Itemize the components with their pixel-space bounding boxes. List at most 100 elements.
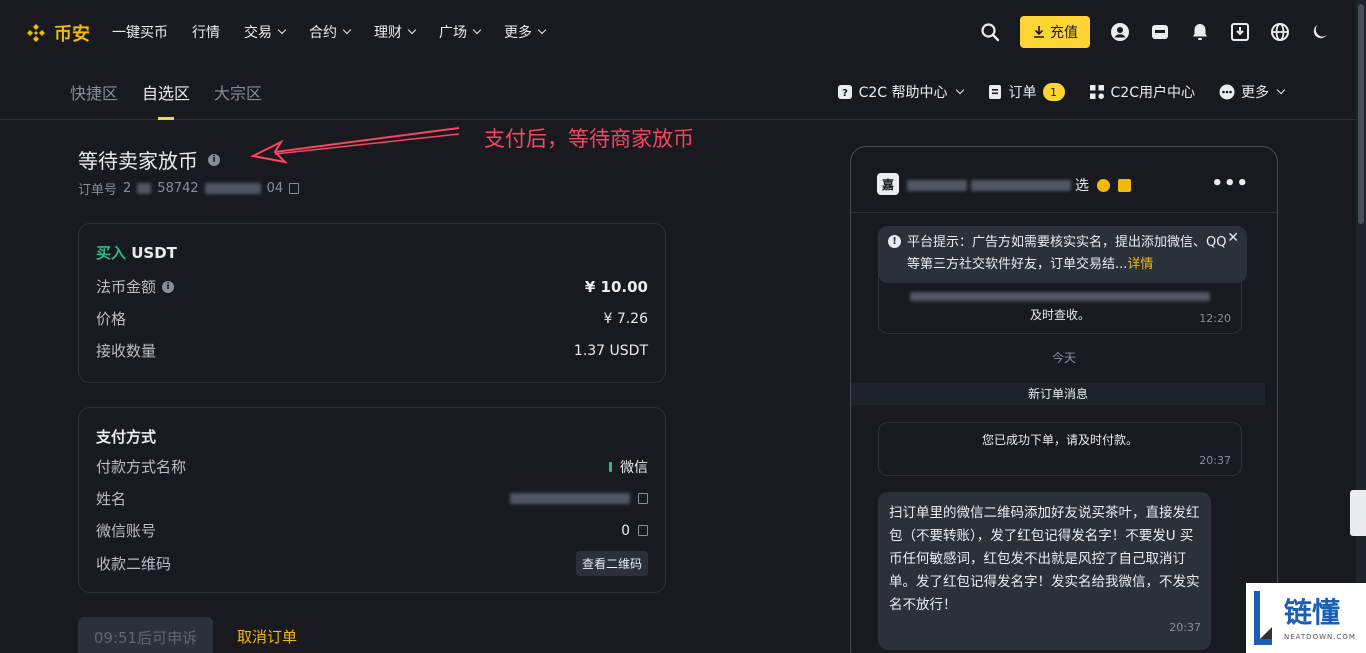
price-value: ¥ 7.26 xyxy=(603,310,648,327)
nav-item-trade[interactable]: 交易 xyxy=(244,22,287,42)
chevron-down-icon xyxy=(407,25,417,35)
merchant-avatar[interactable]: 嘉 xyxy=(877,173,899,195)
user-center-icon xyxy=(1089,85,1104,99)
close-icon[interactable]: ✕ xyxy=(1227,230,1239,246)
help-center-menu[interactable]: ? C2C 帮助中心 xyxy=(837,82,964,102)
redacted-text xyxy=(910,292,1210,301)
tip-detail-link[interactable]: 详情 xyxy=(1127,257,1153,272)
copy-icon[interactable] xyxy=(638,493,648,504)
binance-logo[interactable]: 币安 xyxy=(24,20,90,46)
chat-panel: 嘉 选 ••• ! 平台提示：广告方如需要核实实名，提出添加微信、QQ等第三方社… xyxy=(850,146,1278,653)
nav-item-quick-buy[interactable]: 一键买币 xyxy=(112,22,168,42)
receive-qty-value: 1.37 USDT xyxy=(573,342,648,359)
order-number: 订单号 2 58742 04 xyxy=(78,179,300,198)
wechat-indicator xyxy=(609,461,612,472)
binance-logo-icon xyxy=(27,24,45,42)
help-icon: ? xyxy=(837,85,852,99)
more-menu[interactable]: 更多 xyxy=(1219,82,1286,102)
user-center-link[interactable]: C2C用户中心 xyxy=(1089,82,1195,102)
c2c-subnav-right: ? C2C 帮助中心 订单 1 C2C用户中心 更多 xyxy=(837,64,1286,120)
payment-method-card: 支付方式 付款方式名称 微信 姓名 微信账号 0 收款二维码 查看二维码 xyxy=(78,407,666,593)
chevron-down-icon xyxy=(1276,85,1286,95)
download-arrow-icon xyxy=(1034,26,1044,38)
wechat-account-row: 微信账号 0 xyxy=(96,520,648,541)
tab-p2p[interactable]: 自选区 xyxy=(142,64,190,120)
orders-count-badge: 1 xyxy=(1042,83,1065,101)
tab-block[interactable]: 大宗区 xyxy=(214,64,262,120)
deposit-button[interactable]: 充值 xyxy=(1020,16,1090,48)
day-divider: 今天 xyxy=(1051,351,1076,365)
annotation-arrow-icon xyxy=(249,127,460,164)
message-time: 12:20 xyxy=(1199,312,1231,325)
nav-item-futures[interactable]: 合约 xyxy=(309,22,352,42)
nav-right: 充值 xyxy=(980,16,1330,48)
page-scrollbar[interactable] xyxy=(1356,0,1366,653)
chevron-down-icon xyxy=(537,25,547,35)
copy-icon[interactable] xyxy=(638,525,648,536)
nav-item-markets[interactable]: 行情 xyxy=(192,22,220,42)
copy-icon[interactable] xyxy=(289,183,300,194)
payment-method-row: 付款方式名称 微信 xyxy=(96,458,648,476)
wallet-icon[interactable] xyxy=(1150,22,1170,42)
view-qr-button[interactable]: 查看二维码 xyxy=(575,551,648,576)
chevron-down-icon xyxy=(472,25,482,35)
orders-link[interactable]: 订单 1 xyxy=(987,82,1065,102)
order-summary-card: 买入 USDT 法币金额 i ¥ 10.00 价格 ¥ 7.26 接收数量 1.3… xyxy=(78,223,666,383)
search-icon[interactable] xyxy=(980,22,1000,42)
merchant-name[interactable]: 选 xyxy=(907,175,1131,195)
globe-icon[interactable] xyxy=(1270,22,1290,42)
orders-icon xyxy=(988,85,1001,99)
order-status-title: 等待卖家放币 xyxy=(78,149,198,173)
qr-code-row: 收款二维码 查看二维码 xyxy=(96,551,648,576)
chevron-down-icon xyxy=(342,25,352,35)
more-options-icon[interactable]: ••• xyxy=(1211,173,1249,194)
chevron-down-icon xyxy=(955,85,964,95)
message-time: 20:37 xyxy=(1199,454,1231,467)
redacted-text xyxy=(971,179,1071,191)
moon-icon[interactable] xyxy=(1310,22,1330,42)
payment-method-value: 微信 xyxy=(620,459,648,476)
svg-text:?: ? xyxy=(842,88,848,99)
page-title: 等待卖家放币 i xyxy=(78,145,220,174)
nav-item-square[interactable]: 广场 xyxy=(439,22,482,42)
c2c-subnav: 快捷区 自选区 大宗区 ? C2C 帮助中心 订单 1 C2C用户中心 更多 xyxy=(0,64,1366,120)
nav-item-earn[interactable]: 理财 xyxy=(374,22,417,42)
top-nav: 币安 一键买币 行情 交易 合约 理财 广场 更多 充值 xyxy=(0,0,1366,64)
merchant-message: 扫订单里的微信二维码添加好友说买茶叶，直接发红包（不要转账），发了红包记得发名字… xyxy=(878,492,1211,650)
c2c-tabs: 快捷区 自选区 大宗区 xyxy=(70,64,286,120)
cancel-order-link[interactable]: 取消订单 xyxy=(237,626,297,647)
fiat-amount-value: ¥ 10.00 xyxy=(584,277,648,296)
payee-name-row: 姓名 xyxy=(96,488,648,509)
platform-tip: ! 平台提示：广告方如需要核实实名，提出添加微信、QQ等第三方社交软件好友，订单… xyxy=(878,226,1247,283)
appeal-button[interactable]: 09:51后可申诉 xyxy=(78,617,213,653)
chat-header: 嘉 选 ••• xyxy=(851,147,1277,213)
verified-badge-icon xyxy=(1097,178,1110,192)
message-time: 20:37 xyxy=(1169,621,1201,634)
redacted-text xyxy=(137,183,152,194)
watermark: 链懂 NEATDOWN.COM xyxy=(1246,583,1366,653)
scrollbar-thumb[interactable] xyxy=(1358,4,1364,224)
watermark-logo-icon xyxy=(1254,591,1272,645)
info-icon[interactable]: i xyxy=(162,280,175,293)
redacted-text xyxy=(510,493,630,504)
trade-side: 买入 USDT xyxy=(96,244,177,262)
price-row: 价格 ¥ 7.26 xyxy=(96,310,648,328)
receive-qty-row: 接收数量 1.37 USDT xyxy=(96,342,648,360)
redacted-text xyxy=(907,179,967,191)
payment-card-title: 支付方式 xyxy=(96,428,157,446)
warning-icon: ! xyxy=(888,235,901,248)
main-nav: 一键买币 行情 交易 合约 理财 广场 更多 xyxy=(112,0,569,64)
new-order-divider: 新订单消息 xyxy=(851,383,1265,405)
brand-name: 币安 xyxy=(54,24,90,45)
download-app-icon[interactable] xyxy=(1230,22,1250,42)
system-message: 您已成功下单，请及时付款。 20:37 xyxy=(878,422,1242,476)
chevron-down-icon xyxy=(277,25,287,35)
feedback-tab[interactable] xyxy=(1350,490,1366,536)
redacted-text xyxy=(204,183,261,194)
user-icon[interactable] xyxy=(1110,22,1130,42)
bell-icon[interactable] xyxy=(1190,22,1210,42)
tab-express[interactable]: 快捷区 xyxy=(70,64,118,120)
annotation-text: 支付后，等待商家放币 xyxy=(484,127,694,151)
info-icon[interactable]: i xyxy=(208,153,220,166)
nav-item-more[interactable]: 更多 xyxy=(504,22,547,42)
